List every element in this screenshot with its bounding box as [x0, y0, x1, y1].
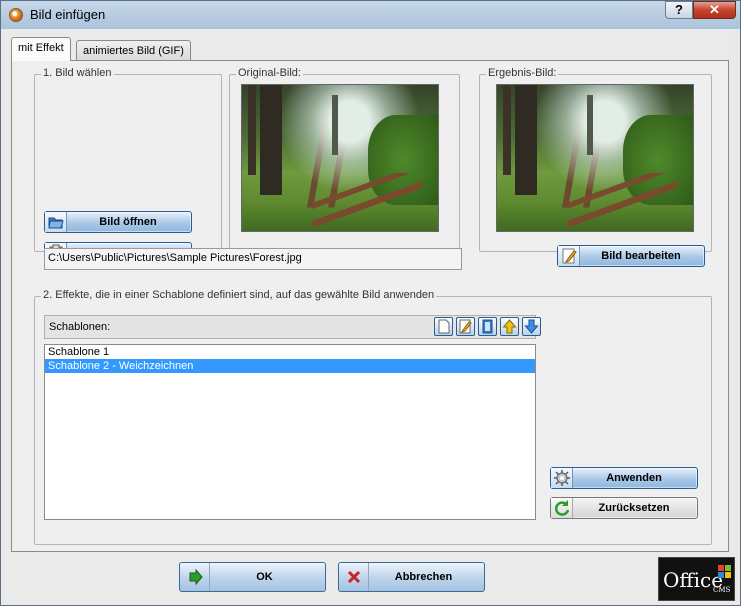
move-down-icon[interactable] — [522, 317, 541, 336]
original-image-label: Original-Bild: — [236, 67, 303, 79]
app-icon — [9, 8, 23, 22]
list-item-template-1[interactable]: Schablone 1 — [45, 345, 535, 359]
dialog-content: mit Effekt animiertes Bild (GIF) 1. Bild… — [6, 29, 735, 601]
tab-mit-effekt[interactable]: mit Effekt — [11, 37, 71, 61]
tab-panel: 1. Bild wählen Bild öffnen Zwischenablag… — [11, 60, 729, 552]
templates-label: Schablonen: — [49, 321, 111, 333]
templates-toolbar: Schablonen: — [44, 315, 541, 339]
image-path-field[interactable]: C:\Users\Public\Pictures\Sample Pictures… — [44, 248, 462, 270]
cancel-button[interactable]: Abbrechen — [338, 562, 485, 592]
copy-template-icon[interactable] — [478, 317, 497, 336]
group-label-choose-image: 1. Bild wählen — [41, 67, 114, 79]
apply-button[interactable]: Anwenden — [550, 467, 698, 489]
pencil-icon — [558, 246, 580, 266]
group-label-effects: 2. Effekte, die in einer Schablone defin… — [41, 289, 437, 301]
office-cms-logo: Office CMS — [658, 557, 735, 601]
templates-list[interactable]: Schablone 1 Schablone 2 - Weichzeichnen — [44, 344, 536, 520]
edit-image-button[interactable]: Bild bearbeiten — [557, 245, 705, 267]
ok-arrow-icon — [180, 563, 210, 591]
cancel-x-icon — [339, 563, 369, 591]
reset-button[interactable]: Zurücksetzen — [550, 497, 698, 519]
window-title: Bild einfügen — [30, 7, 106, 22]
refresh-icon — [551, 498, 573, 518]
help-button[interactable]: ? — [665, 1, 693, 19]
folder-open-icon — [45, 212, 67, 232]
list-item-template-2[interactable]: Schablone 2 - Weichzeichnen — [45, 359, 535, 373]
logo-subtext: CMS — [713, 586, 731, 594]
tab-animiertes-bild[interactable]: animiertes Bild (GIF) — [76, 40, 191, 62]
result-image — [496, 84, 694, 232]
title-bar[interactable]: Bild einfügen ? ✕ — [1, 1, 740, 29]
result-image-label: Ergebnis-Bild: — [486, 67, 559, 79]
dialog-window: Bild einfügen ? ✕ mit Effekt animiertes … — [0, 0, 741, 606]
ok-label: OK — [256, 571, 273, 583]
close-button[interactable]: ✕ — [693, 1, 736, 19]
cancel-label: Abbrechen — [394, 571, 453, 583]
move-up-icon[interactable] — [500, 317, 519, 336]
original-image — [241, 84, 439, 232]
ok-button[interactable]: OK — [179, 562, 326, 592]
open-image-button[interactable]: Bild öffnen — [44, 211, 192, 233]
new-template-icon[interactable] — [434, 317, 453, 336]
edit-template-icon[interactable] — [456, 317, 475, 336]
windows-flag-icon — [718, 565, 731, 578]
gear-icon — [551, 468, 573, 488]
